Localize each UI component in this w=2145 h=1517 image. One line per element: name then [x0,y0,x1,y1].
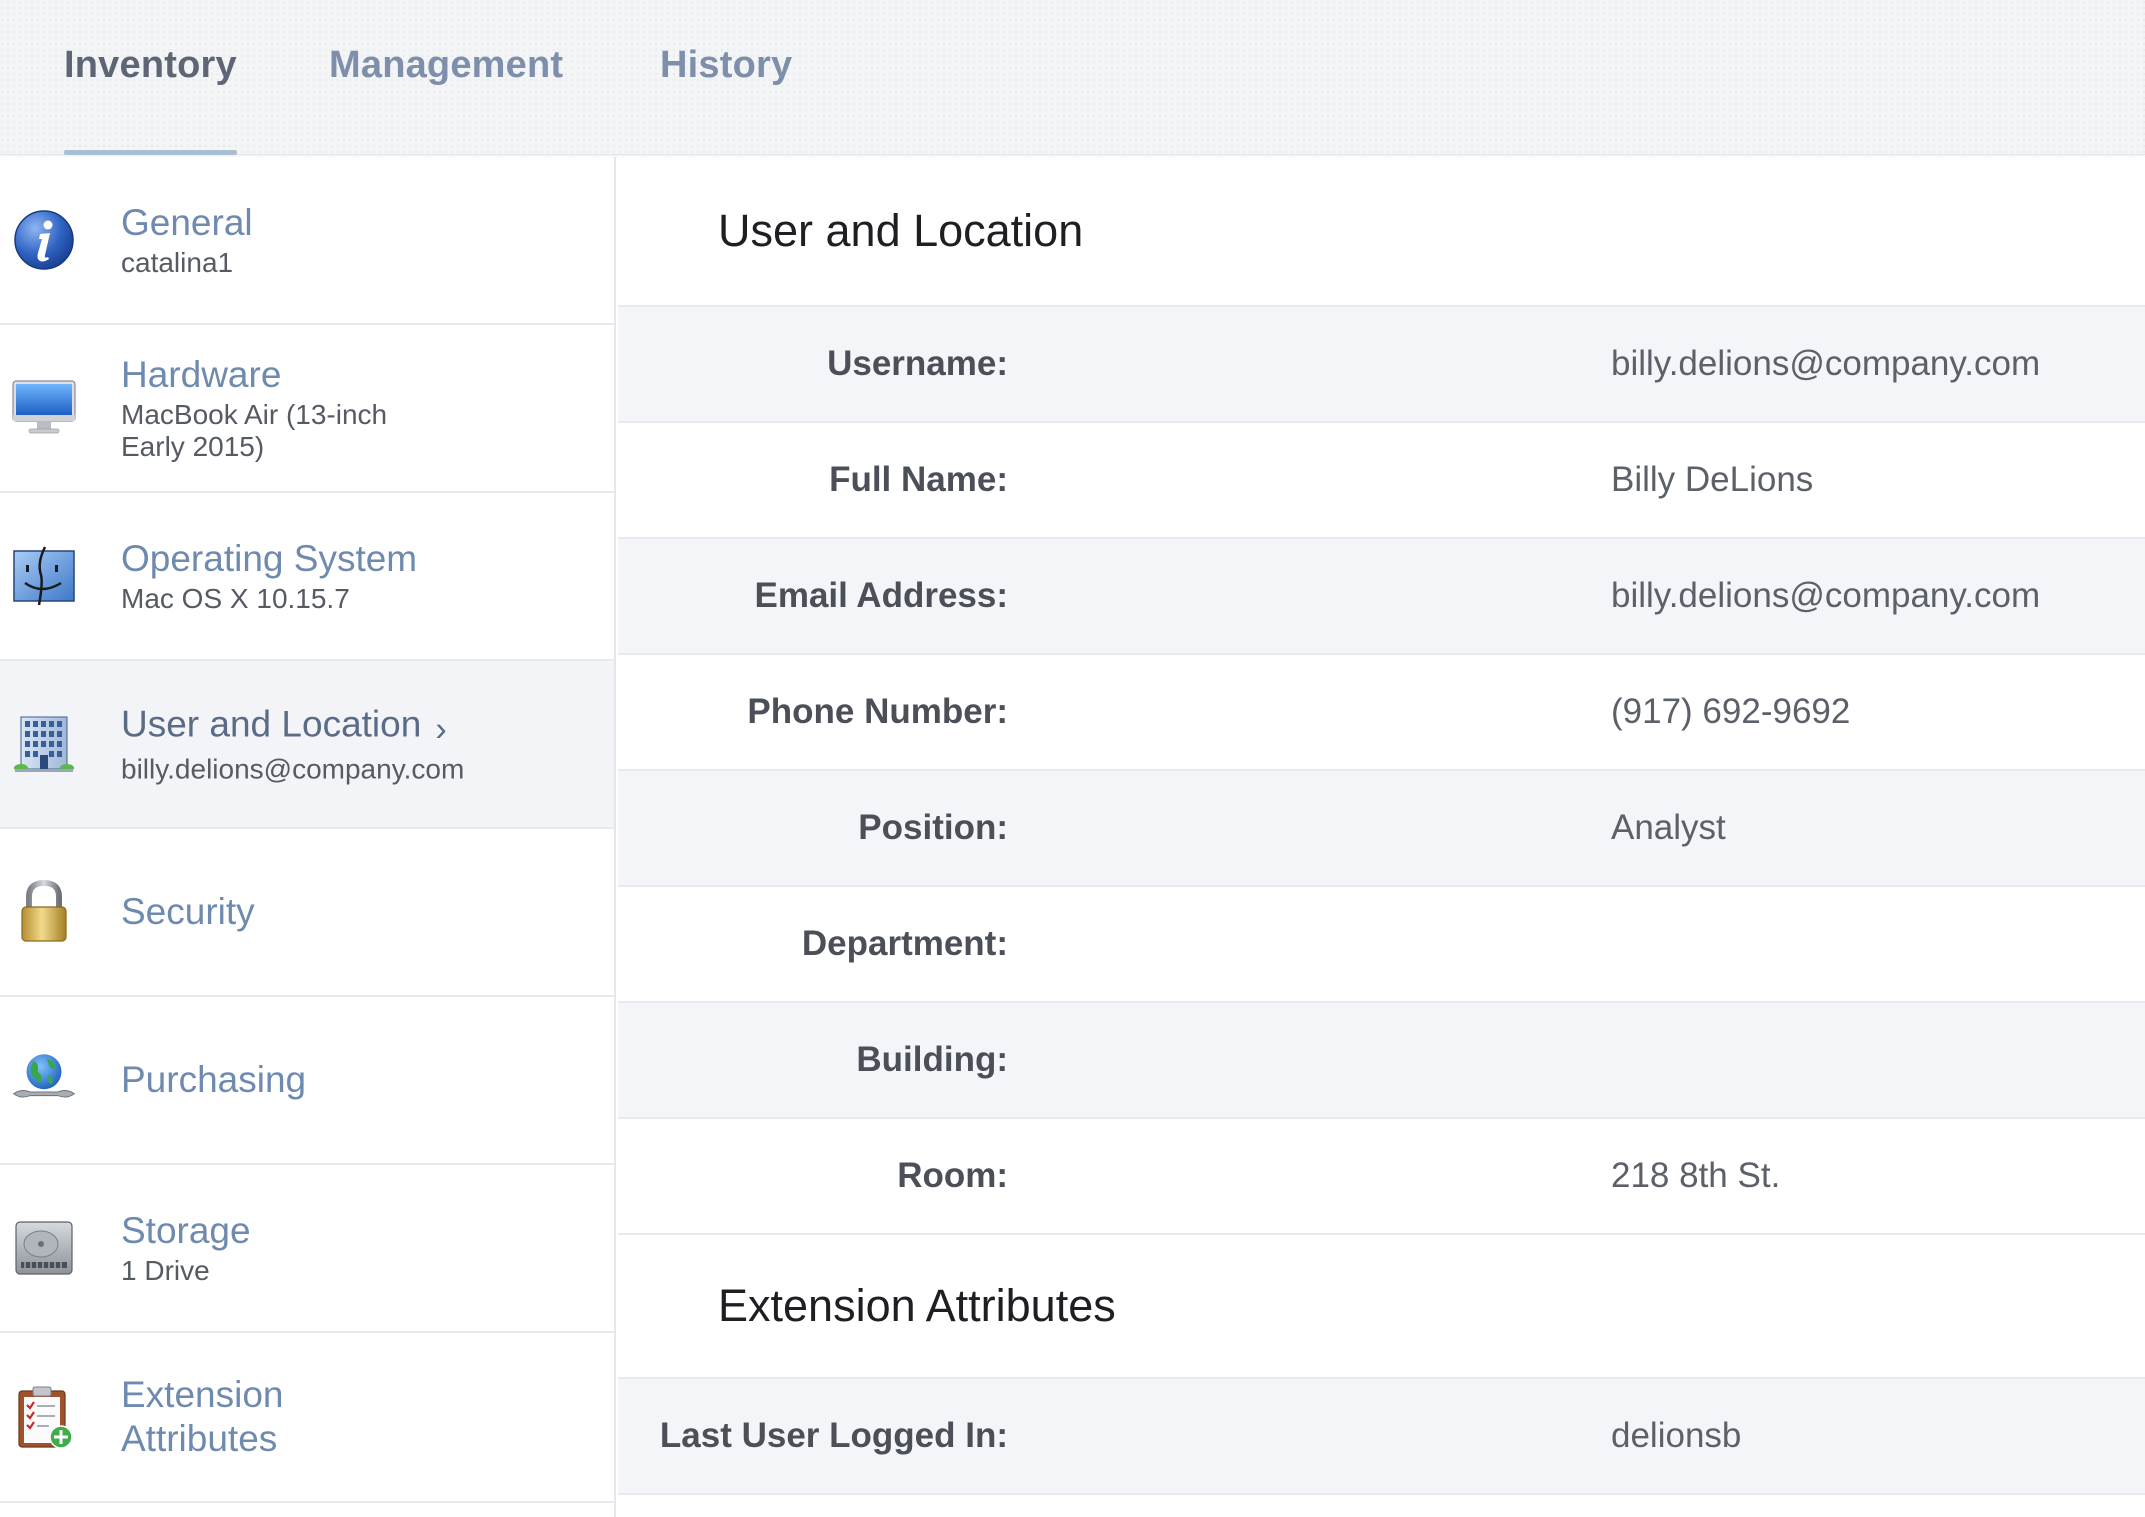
sidebar-item-subtitle: catalina1 [121,247,234,278]
finder-icon [10,542,78,610]
field-label: Position: [858,808,1008,847]
sidebar-item-title: User and Location [121,703,422,745]
field-label: Username: [827,344,1008,383]
active-tab-indicator [64,150,237,155]
sidebar-item-extension-attributes[interactable]: Extension Attributes [0,1333,614,1503]
sidebar-item-hardware[interactable]: Hardware MacBook Air (13-inch Early 2015… [0,325,614,493]
tab-history[interactable]: History [660,44,792,155]
field-row-position: Position: Analyst [618,771,2145,887]
lock-icon [10,878,78,946]
sidebar-item-purchasing[interactable]: Purchasing [0,997,614,1165]
field-label: Full Name: [829,460,1008,499]
field-value: (917) 692-9692 [1611,692,1851,731]
inventory-sidebar: General catalina1 Hardware MacBook Air (… [0,157,616,1517]
sidebar-item-user-and-location[interactable]: User and Location › billy.delions@company… [0,661,614,829]
sidebar-item-title: General [121,202,253,243]
sidebar-item-subtitle: MacBook Air (13-inch Early 2015) [121,399,388,462]
sidebar-item-title: Security [121,891,255,932]
building-icon [10,710,78,778]
section-title: User and Location [718,205,1084,256]
sidebar-item-subtitle: billy.delions@company.com [121,753,465,785]
field-label: Room: [897,1156,1008,1195]
sidebar-item-storage[interactable]: Storage 1 Drive [0,1165,614,1333]
sidebar-item-title: Extension Attributes [121,1374,284,1459]
details-panel: User and Location Username: billy.delion… [618,157,2145,1517]
sidebar-item-title: Storage [121,1210,251,1251]
field-value: Billy DeLions [1611,460,1814,499]
field-row-full-name: Full Name: Billy DeLions [618,423,2145,539]
field-value: 218 8th St. [1611,1156,1781,1195]
field-value: billy.delions@company.com [1611,344,2041,383]
field-row-username: Username: billy.delions@company.com [618,307,2145,423]
field-label: Phone Number: [747,692,1008,731]
chevron-right-icon: › [435,710,447,749]
tab-management-label: Management [329,44,564,86]
field-label: Last User Logged In: [659,1416,1008,1455]
tab-inventory[interactable]: Inventory [64,44,237,155]
sidebar-item-title: Hardware [121,354,282,395]
field-row-phone-number: Phone Number: (917) 692-9692 [618,655,2145,771]
field-row-email-address: Email Address: billy.delions@company.com [618,539,2145,655]
hard-drive-icon [10,1214,78,1282]
field-value: delionsb [1611,1416,1742,1455]
sidebar-item-security[interactable]: Security [0,829,614,997]
field-value: billy.delions@company.com [1611,576,2041,615]
field-row-department: Department: [618,887,2145,1003]
field-row-room: Room: 218 8th St. [618,1119,2145,1235]
sidebar-item-title: Purchasing [121,1059,307,1100]
sidebar-item-subtitle: 1 Drive [121,1255,210,1286]
section-header-extension-attributes: Extension Attributes [618,1235,2145,1379]
field-value: Analyst [1611,808,1726,847]
tab-inventory-label: Inventory [64,44,237,86]
clipboard-add-icon [10,1383,78,1451]
field-label: Building: [856,1040,1008,1079]
field-label: Email Address: [754,576,1008,615]
sidebar-item-title: Operating System [121,538,418,579]
field-row-last-user-logged-in: Last User Logged In: delionsb [618,1379,2145,1495]
monitor-icon [10,374,78,442]
info-icon [10,206,78,274]
tab-management[interactable]: Management [329,44,563,155]
sidebar-item-operating-system[interactable]: Operating System Mac OS X 10.15.7 [0,493,614,661]
tab-history-label: History [660,44,793,86]
globe-wrench-icon [10,1046,78,1114]
inventory-tabbar: Inventory Management History [0,0,2145,155]
sidebar-item-subtitle: Mac OS X 10.15.7 [121,583,350,614]
section-header-user-location: User and Location [618,157,2145,307]
field-label: Department: [801,924,1008,963]
section-title: Extension Attributes [718,1280,1116,1331]
sidebar-item-general[interactable]: General catalina1 [0,157,614,325]
field-row-building: Building: [618,1003,2145,1119]
sidebar-item-title-row: User and Location › [121,703,594,752]
